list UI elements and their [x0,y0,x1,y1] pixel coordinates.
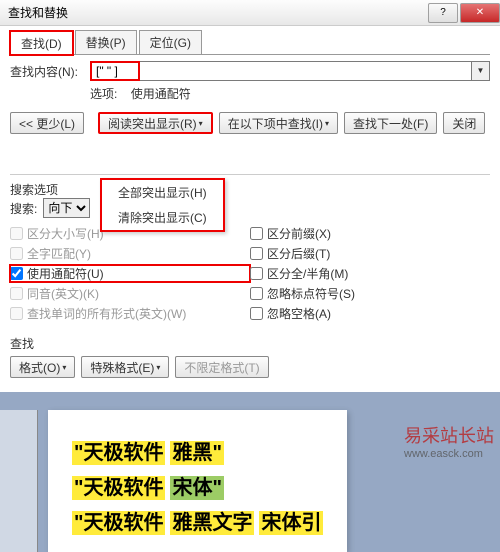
highlight-menu: 全部突出显示(H) 清除突出显示(C) [100,178,225,232]
options-value: 使用通配符 [131,87,191,101]
find-input[interactable] [90,61,140,81]
check-wordforms [10,307,23,320]
check-suffix[interactable] [250,247,263,260]
check-ignorespace[interactable] [250,307,263,320]
tab-find[interactable]: 查找(D) [10,31,73,55]
document-area: "天极软件 雅黑" "天极软件 宋体" "天极软件 雅黑文字 宋体引 [0,392,500,552]
page: "天极软件 雅黑" "天极软件 宋体" "天极软件 雅黑文字 宋体引 [48,410,347,552]
format-button[interactable]: 格式(O)▾ [10,356,75,378]
options-label: 选项: [90,87,117,101]
check-wildcards[interactable] [10,267,23,280]
menu-clear-highlight[interactable]: 清除突出显示(C) [102,205,223,230]
bottom-label: 查找 [10,335,490,352]
check-matchcase [10,227,23,240]
close-button[interactable]: ✕ [460,3,500,23]
titlebar: 查找和替换 ? ✕ [0,0,500,26]
noformat-button[interactable]: 不限定格式(T) [175,356,268,378]
search-options-header: 搜索选项 [10,181,490,198]
tab-replace[interactable]: 替换(P) [75,30,137,54]
check-soundslike [10,287,23,300]
check-ignorepunct[interactable] [250,287,263,300]
find-history-dropdown[interactable]: ▼ [472,61,490,81]
dialog-body: 查找(D) 替换(P) 定位(G) 查找内容(N): ▼ 选项: 使用通配符 <… [0,26,500,388]
ruler [0,410,38,552]
menu-highlight-all[interactable]: 全部突出显示(H) [102,180,223,205]
find-label: 查找内容(N): [10,63,90,80]
search-options: 搜索选项 搜索: 向下 区分大小写(H) 全字匹配(Y) 使用通配符(U) 同音… [10,174,490,325]
highlight-button[interactable]: 阅读突出显示(R)▾ [98,112,213,134]
cancel-button[interactable]: 关闭 [443,112,485,134]
tabs: 查找(D) 替换(P) 定位(G) [10,30,490,55]
tab-goto[interactable]: 定位(G) [139,30,202,54]
search-direction-label: 搜索: [10,200,37,217]
search-direction-select[interactable]: 向下 [43,198,90,218]
less-button[interactable]: << 更少(L) [10,112,84,134]
findin-button[interactable]: 在以下项中查找(I)▾ [219,112,338,134]
help-button[interactable]: ? [428,3,458,23]
window-title: 查找和替换 [8,4,68,21]
check-wholeword [10,247,23,260]
special-button[interactable]: 特殊格式(E)▾ [81,356,169,378]
findnext-button[interactable]: 查找下一处(F) [344,112,437,134]
check-fullhalf[interactable] [250,267,263,280]
check-prefix[interactable] [250,227,263,240]
